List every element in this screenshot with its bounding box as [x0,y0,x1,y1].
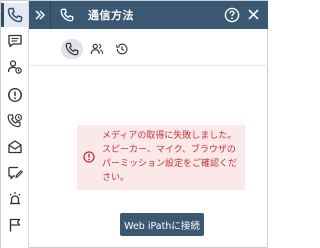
sidebar-item-notifications[interactable] [1,187,28,211]
siren-icon [9,192,20,205]
chevrons-right-icon [34,10,45,20]
sidebar-rail [1,1,29,248]
sidebar-item-email[interactable] [1,135,28,159]
panel-title: 通信方法 [88,9,134,22]
connect-button[interactable]: Web iPathに接続 [120,213,204,236]
flag-icon [9,218,20,232]
close-icon[interactable] [247,8,260,21]
app-frame: 通信方法 メディアの取得に失敗しました。スピーカー、マイク、ブラウザのパーミッシ… [0,0,268,248]
error-message: メディアの取得に失敗しました。スピーカー、マイク、ブラウザのパーミッション設定を… [102,131,238,183]
alert-icon [7,88,22,102]
subtab-people[interactable] [86,39,108,59]
help-circle-icon[interactable] [224,7,240,23]
sidebar-item-contacts[interactable] [1,55,28,79]
sidebar-item-call-history[interactable] [1,109,28,133]
contacts-icon [7,60,22,74]
edit-message-icon [7,166,23,180]
sidebar-item-notes[interactable] [1,161,28,185]
subtab-history[interactable] [111,39,133,59]
phone-icon [7,7,22,23]
phone-icon [60,8,74,22]
error-circle-icon [83,151,95,163]
history-icon [115,43,128,55]
people-icon [90,43,104,54]
sidebar-item-flag[interactable] [1,213,28,237]
call-history-icon [7,113,22,128]
panel-header: 通信方法 [29,1,268,29]
divider [29,65,268,66]
expand-button[interactable] [29,1,51,29]
chat-icon [7,34,22,48]
email-icon [7,140,22,154]
phone-icon [65,42,79,56]
subtab-bar [61,39,136,59]
sidebar-item-phone[interactable] [1,3,28,27]
sidebar-item-alert[interactable] [1,83,28,107]
error-alert: メディアの取得に失敗しました。スピーカー、マイク、ブラウザのパーミッション設定を… [77,125,245,190]
sidebar-item-chat[interactable] [1,29,28,53]
subtab-phone[interactable] [61,39,83,59]
